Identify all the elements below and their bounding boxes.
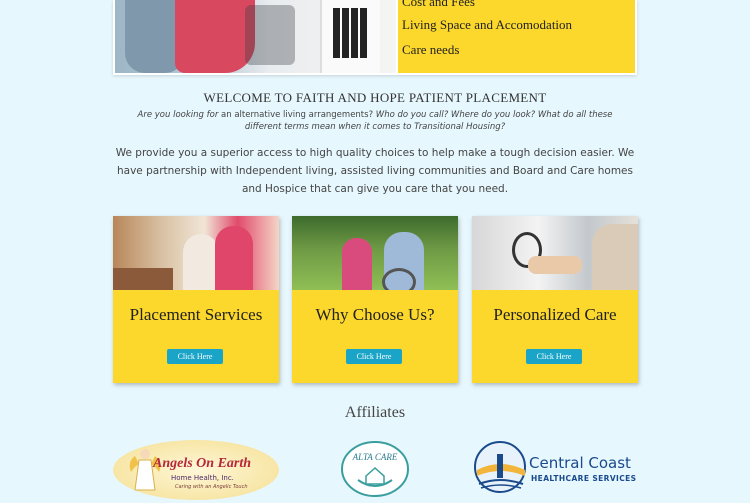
angels-logo-name: Angels On Earth	[153, 456, 252, 471]
alta-care-emblem-icon	[341, 441, 409, 497]
hero-photo	[115, 0, 396, 73]
welcome-subtitle-mid: an alternative living arrangements?	[221, 110, 374, 120]
card-title: Why Choose Us?	[315, 305, 435, 324]
hero-menu-item-care-needs[interactable]: Care needs	[402, 42, 459, 58]
affiliate-angels-on-earth-logo[interactable]: Angels On Earth Home Health, Inc. Caring…	[113, 440, 279, 500]
alta-care-name: ALTA CARE	[352, 452, 398, 462]
affiliate-central-coast-logo[interactable]: Central Coast HEALTHCARE SERVICES	[473, 440, 643, 495]
central-coast-name: Central Coast	[529, 454, 631, 472]
welcome-subtitle: Are you looking for an alternative livin…	[118, 109, 632, 133]
affiliate-alta-care-logo[interactable]: ALTA CARE	[340, 440, 410, 498]
click-here-button[interactable]: Click Here	[526, 349, 582, 364]
hero-menu: Cost and Fees Living Space and Accomodat…	[398, 0, 635, 73]
card-title: Placement Services	[129, 305, 263, 324]
welcome-title: WELCOME TO FAITH AND HOPE PATIENT PLACEM…	[203, 90, 547, 105]
lighthouse-icon	[474, 441, 526, 493]
hero-banner: Cost and Fees Living Space and Accomodat…	[113, 0, 637, 75]
hero-menu-item-cost[interactable]: Cost and Fees	[402, 0, 475, 10]
card-personalized-care: Personalized Care Click Here	[472, 216, 638, 383]
angels-logo-line3: Caring with an Angelic Touch	[175, 484, 248, 490]
card-placement-services: Placement Services Click Here	[113, 216, 279, 383]
central-coast-sub: HEALTHCARE SERVICES	[531, 474, 637, 483]
card-photo-placement	[113, 216, 279, 290]
card-photo-personalized	[472, 216, 638, 290]
welcome-subtitle-prefix: Are you looking for	[137, 110, 219, 120]
card-title: Personalized Care	[493, 305, 617, 324]
card-why-choose-us: Why Choose Us? Click Here	[292, 216, 458, 383]
affiliates-title: Affiliates	[344, 404, 406, 421]
angels-logo-line2: Home Health, Inc.	[171, 474, 234, 482]
card-photo-why	[292, 216, 458, 290]
click-here-button[interactable]: Click Here	[167, 349, 223, 364]
click-here-button[interactable]: Click Here	[346, 349, 402, 364]
hero-menu-item-living-space[interactable]: Living Space and Accomodation	[402, 17, 572, 33]
welcome-body: We provide you a superior access to high…	[115, 147, 635, 195]
